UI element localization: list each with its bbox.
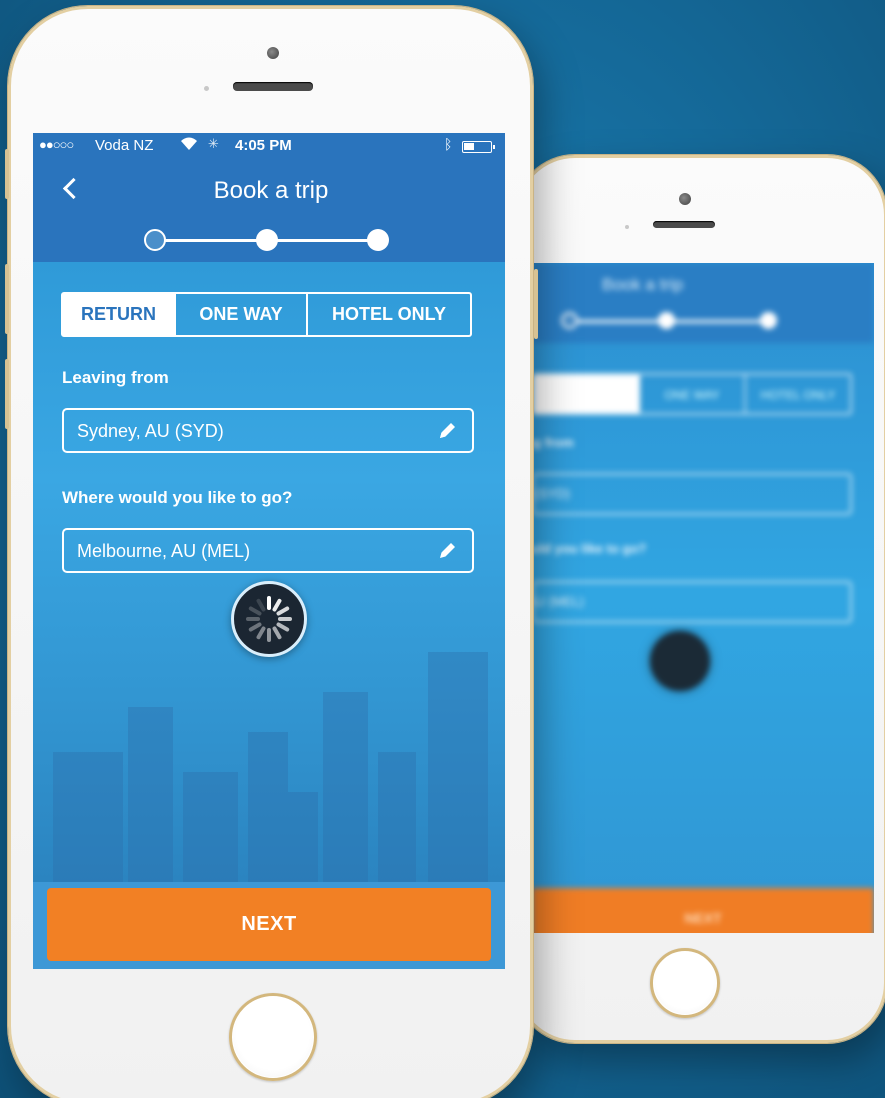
trip-type-selector: RETURN ONE WAY HOTEL ONLY bbox=[61, 292, 472, 337]
app-header: Book a trip bbox=[33, 159, 505, 262]
background-step-dot bbox=[760, 312, 777, 329]
leaving-from-field[interactable]: Sydney, AU (SYD) bbox=[62, 408, 474, 453]
foreground-phone: ●●○○○ Voda NZ ✳ 4:05 PM ᛒ Book a trip RE… bbox=[5, 6, 538, 1098]
sensor-dot bbox=[204, 86, 209, 91]
background-destination-label: Where would you like to go? bbox=[532, 541, 647, 556]
booking-form: RETURN ONE WAY HOTEL ONLY Leaving from S… bbox=[33, 262, 505, 882]
destination-value: Melbourne, AU (MEL) bbox=[77, 541, 251, 561]
trip-type-hotel-only[interactable]: HOTEL ONLY bbox=[308, 294, 470, 335]
destination-label: Where would you like to go? bbox=[62, 488, 293, 507]
carrier-name: Voda NZ bbox=[95, 137, 154, 154]
background-header bbox=[532, 263, 874, 343]
leaving-from-label: Leaving from bbox=[62, 368, 169, 387]
background-title: Book a trip bbox=[602, 275, 684, 294]
background-step-dot bbox=[561, 312, 578, 329]
skyline-building bbox=[248, 732, 288, 882]
step-2-dot bbox=[256, 229, 278, 251]
trip-type-return[interactable]: RETURN bbox=[63, 294, 176, 335]
skyline-building bbox=[53, 752, 123, 882]
bluetooth-icon: ᛒ bbox=[444, 136, 453, 152]
next-bar: NEXT bbox=[33, 882, 505, 969]
background-phone-screen: Book a trip RETURN ONE WAY HOTEL ONLY Le… bbox=[532, 263, 874, 933]
earpiece-speaker bbox=[653, 221, 715, 228]
skyline-building bbox=[378, 752, 416, 882]
app-screen: ●●○○○ Voda NZ ✳ 4:05 PM ᛒ Book a trip RE… bbox=[33, 133, 505, 969]
background-phone: Book a trip RETURN ONE WAY HOTEL ONLY Le… bbox=[515, 155, 885, 1043]
background-leaving-label: Leaving from bbox=[532, 435, 574, 450]
next-button[interactable]: NEXT bbox=[47, 888, 491, 961]
battery-icon bbox=[462, 141, 495, 153]
background-destination-value: Melbourne, AU (MEL) bbox=[532, 594, 584, 609]
pencil-icon[interactable] bbox=[436, 420, 458, 442]
background-seg-return: RETURN bbox=[534, 375, 640, 413]
sensor-dot bbox=[625, 225, 629, 229]
background-next-button: NEXT bbox=[532, 888, 874, 933]
background-segmented: RETURN ONE WAY HOTEL ONLY bbox=[532, 373, 852, 415]
status-bar: ●●○○○ Voda NZ ✳ 4:05 PM ᛒ bbox=[33, 133, 505, 159]
progress-stepper bbox=[144, 229, 389, 253]
wifi-icon bbox=[180, 135, 198, 155]
background-step-dot bbox=[658, 312, 675, 329]
background-loading-spinner-icon bbox=[650, 631, 710, 691]
trip-type-one-way[interactable]: ONE WAY bbox=[176, 294, 308, 335]
skyline-building bbox=[288, 792, 318, 882]
status-time: 4:05 PM bbox=[235, 137, 292, 154]
leaving-from-value: Sydney, AU (SYD) bbox=[77, 421, 224, 441]
mute-switch bbox=[5, 359, 9, 429]
step-1-dot bbox=[144, 229, 166, 251]
step-3-dot bbox=[367, 229, 389, 251]
pencil-icon[interactable] bbox=[436, 540, 458, 562]
front-camera bbox=[679, 193, 691, 205]
background-leaving-value: Sydney, AU (SYD) bbox=[532, 486, 570, 501]
background-home-button bbox=[650, 948, 720, 1018]
page-title: Book a trip bbox=[213, 177, 329, 204]
skyline-building bbox=[323, 692, 368, 882]
loading-spinner-icon bbox=[231, 581, 307, 657]
skyline-building bbox=[128, 707, 173, 882]
background-leaving-field: Sydney, AU (SYD) bbox=[532, 473, 852, 515]
home-button bbox=[229, 993, 317, 1081]
volume-down-button bbox=[5, 264, 9, 334]
background-destination-field: Melbourne, AU (MEL) bbox=[532, 581, 852, 623]
volume-up-button bbox=[5, 149, 9, 199]
signal-strength: ●●○○○ bbox=[39, 137, 74, 152]
destination-field[interactable]: Melbourne, AU (MEL) bbox=[62, 528, 474, 573]
earpiece-speaker bbox=[233, 82, 313, 91]
background-seg-hotel: HOTEL ONLY bbox=[760, 388, 836, 402]
skyline-building bbox=[428, 652, 488, 882]
front-camera bbox=[267, 47, 279, 59]
power-button bbox=[534, 269, 538, 339]
background-seg-one-way: ONE WAY bbox=[640, 375, 746, 413]
skyline-building bbox=[183, 772, 238, 882]
activity-indicator-icon: ✳ bbox=[208, 136, 219, 151]
